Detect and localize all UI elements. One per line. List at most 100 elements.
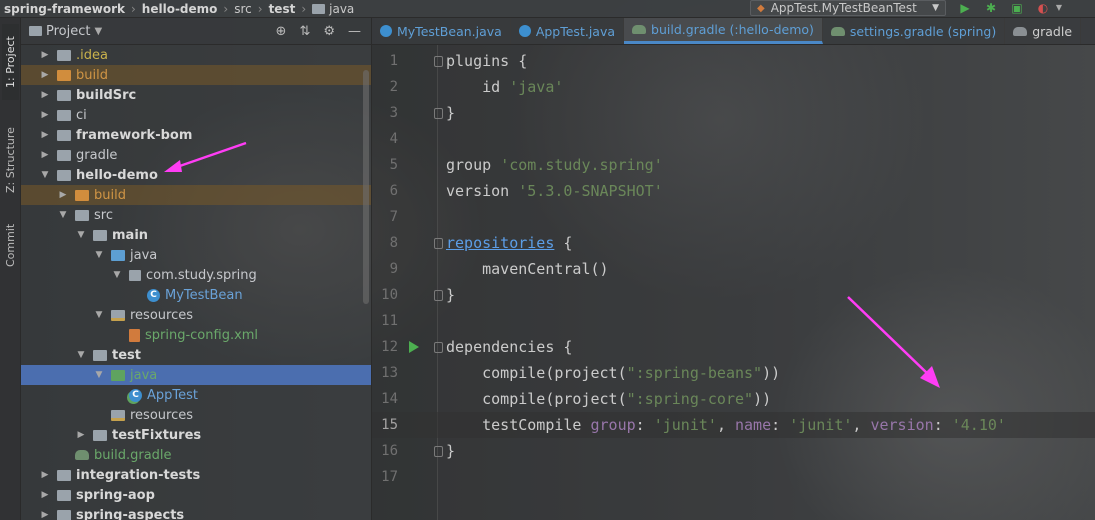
chevron-right-icon[interactable]: ▶ (39, 50, 51, 60)
tab-commit[interactable]: Commit (2, 214, 19, 276)
tab-structure[interactable]: Z: Structure (2, 114, 19, 206)
class-icon (380, 25, 392, 37)
code-line[interactable]: 11 (372, 308, 1095, 334)
run-icon[interactable]: ▶ (958, 0, 972, 16)
chevron-down-icon[interactable]: ▼ (94, 26, 102, 37)
chevron-down-icon[interactable]: ▼ (111, 270, 123, 280)
code-line[interactable]: 8 repositories { (372, 230, 1095, 256)
tree-item[interactable]: ▼ resources (21, 305, 371, 325)
profile-icon[interactable]: ◐ (1036, 0, 1050, 16)
tree-item[interactable]: ▶ integration-tests (21, 465, 371, 485)
tree-item[interactable]: ▶ testFixtures (21, 425, 371, 445)
code-line[interactable]: 13 compile(project(":spring-beans")) (372, 360, 1095, 386)
tree-item[interactable]: ▶ buildSrc (21, 85, 371, 105)
gear-icon[interactable]: ⚙ (323, 24, 335, 39)
chevron-right-icon[interactable]: ▶ (39, 130, 51, 140)
code-line[interactable]: 14 compile(project(":spring-core")) (372, 386, 1095, 412)
fold-icon[interactable] (434, 445, 443, 457)
code-line[interactable]: 12 dependencies { (372, 334, 1095, 360)
tree-item[interactable]: ▶ framework-bom (21, 125, 371, 145)
tree-item[interactable]: ▶ gradle (21, 145, 371, 165)
chevron-right-icon[interactable]: ▶ (75, 430, 87, 440)
tree-item-label: spring-aspects (76, 507, 185, 520)
fold-icon[interactable] (434, 55, 443, 67)
chevron-down-icon[interactable]: ▼ (93, 310, 105, 320)
fold-icon[interactable] (434, 237, 443, 249)
link-token[interactable]: repositories (446, 234, 554, 252)
code-line[interactable]: 2 id 'java' (372, 74, 1095, 100)
breadcrumb-item[interactable]: hello-demo (138, 2, 222, 16)
tree-item[interactable]: ▼ hello-demo (21, 165, 371, 185)
tree-item-label: .idea (76, 47, 108, 63)
tree-item[interactable]: ▶ spring-aop (21, 485, 371, 505)
chevron-down-icon[interactable]: ▼ (93, 250, 105, 260)
fold-icon[interactable] (434, 289, 443, 301)
tree-item[interactable]: C MyTestBean (21, 285, 371, 305)
panel-title[interactable]: Project (46, 24, 90, 39)
code-line[interactable]: 4 (372, 126, 1095, 152)
chevron-down-icon[interactable]: ▼ (1052, 0, 1066, 16)
tree-item-label: test (112, 347, 141, 363)
tab-project[interactable]: 1: Project (2, 24, 19, 100)
resources-folder-icon (111, 309, 125, 321)
editor-tab[interactable]: gradle (1005, 18, 1082, 44)
tree-item[interactable]: ▶ ci (21, 105, 371, 125)
run-gutter-icon[interactable] (409, 341, 419, 353)
code-line[interactable]: 9 mavenCentral() (372, 256, 1095, 282)
fold-icon[interactable] (434, 341, 443, 353)
tree-item[interactable]: ▶ build (21, 65, 371, 85)
breadcrumb-item[interactable]: java (308, 2, 358, 16)
collapse-icon[interactable]: ⇅ (299, 24, 310, 39)
tree-item[interactable]: spring-config.xml (21, 325, 371, 345)
code-line[interactable]: 15 testCompile group: 'junit', name: 'ju… (372, 412, 1095, 438)
locate-icon[interactable]: ⊕ (276, 24, 287, 39)
chevron-down-icon[interactable]: ▼ (93, 370, 105, 380)
chevron-right-icon[interactable]: ▶ (39, 490, 51, 500)
code-line[interactable]: 7 (372, 204, 1095, 230)
chevron-down-icon[interactable]: ▼ (57, 210, 69, 220)
editor-tab[interactable]: MyTestBean.java (372, 18, 511, 44)
fold-icon[interactable] (434, 107, 443, 119)
tree-item[interactable]: ▼ java (21, 245, 371, 265)
breadcrumb-item[interactable]: spring-framework (0, 2, 129, 16)
tree-item[interactable]: ▶ spring-aspects (21, 505, 371, 520)
breadcrumb-item[interactable]: test (265, 2, 300, 16)
chevron-right-icon[interactable]: ▶ (57, 190, 69, 200)
tree-item[interactable]: C AppTest (21, 385, 371, 405)
run-configuration-select[interactable]: ◆ AppTest.MyTestBeanTest ▼ (750, 0, 946, 16)
chevron-right-icon[interactable]: ▶ (39, 510, 51, 520)
breadcrumb-item[interactable]: src (230, 2, 256, 16)
chevron-right-icon[interactable]: ▶ (39, 470, 51, 480)
editor-tab[interactable]: build.gradle (:hello-demo) (624, 18, 823, 44)
tree-item[interactable]: ▼ test (21, 345, 371, 365)
tree-item[interactable]: ▶ build (21, 185, 371, 205)
tree-item[interactable]: build.gradle (21, 445, 371, 465)
code-editor[interactable]: 1 plugins {2 id 'java' 3} 4 5 group 'com.stud… (372, 45, 1095, 520)
chevron-right-icon[interactable]: ▶ (39, 70, 51, 80)
code-line[interactable]: 16} (372, 438, 1095, 464)
tree-item[interactable]: ▼ main (21, 225, 371, 245)
chevron-down-icon[interactable]: ▼ (75, 350, 87, 360)
editor-tab[interactable]: AppTest.java (511, 18, 625, 44)
minimize-icon[interactable]: — (348, 24, 361, 39)
scrollbar[interactable] (363, 70, 369, 304)
tree-item[interactable]: ▼ src (21, 205, 371, 225)
debug-icon[interactable]: ✱ (984, 0, 998, 16)
code-line[interactable]: 5 group 'com.study.spring' (372, 152, 1095, 178)
chevron-down-icon[interactable]: ▼ (75, 230, 87, 240)
tree-item[interactable]: ▼ com.study.spring (21, 265, 371, 285)
chevron-right-icon[interactable]: ▶ (39, 90, 51, 100)
code-line[interactable]: 3} (372, 100, 1095, 126)
chevron-down-icon[interactable]: ▼ (39, 170, 51, 180)
code-line[interactable]: 17 (372, 464, 1095, 490)
tree-item[interactable]: ▼ java (21, 365, 371, 385)
code-line[interactable]: 1 plugins { (372, 48, 1095, 74)
editor-tab[interactable]: settings.gradle (spring) (823, 18, 1006, 44)
code-line[interactable]: 10} (372, 282, 1095, 308)
tree-item[interactable]: ▶ .idea (21, 45, 371, 65)
chevron-right-icon[interactable]: ▶ (39, 110, 51, 120)
tree-item[interactable]: resources (21, 405, 371, 425)
coverage-icon[interactable]: ▣ (1010, 0, 1024, 16)
code-line[interactable]: 6 version '5.3.0-SNAPSHOT' (372, 178, 1095, 204)
chevron-right-icon[interactable]: ▶ (39, 150, 51, 160)
